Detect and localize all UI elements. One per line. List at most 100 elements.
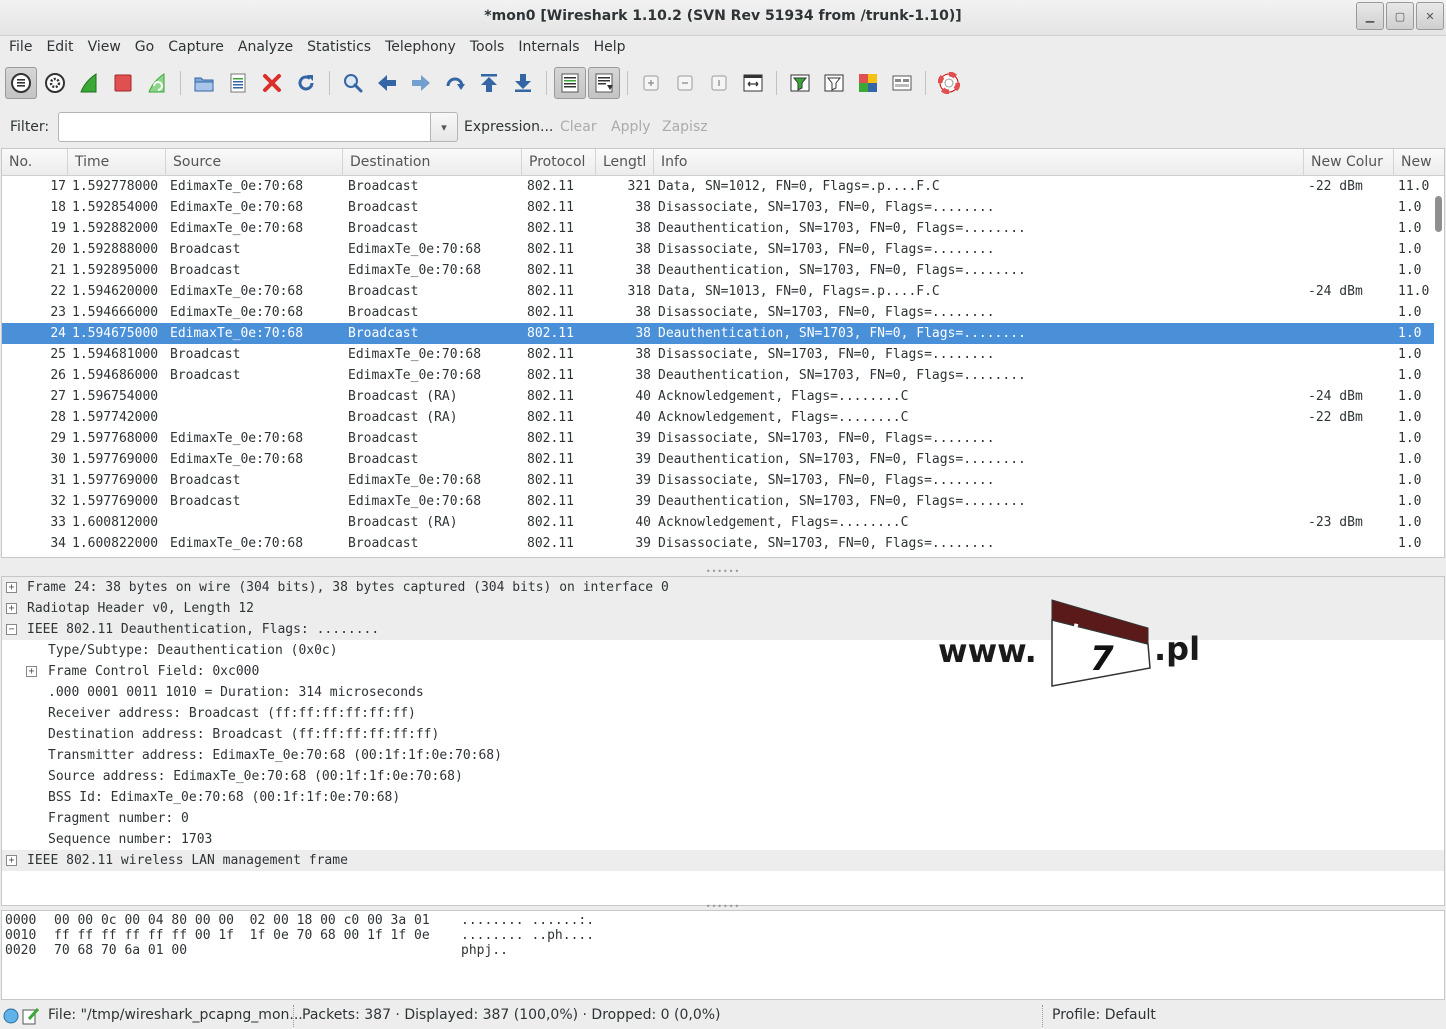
column-header-new[interactable]: New — [1394, 149, 1444, 176]
menu-go[interactable]: Go — [128, 36, 161, 60]
hex-ascii[interactable]: ........ ......:. — [461, 913, 594, 928]
start-capture-shark-icon[interactable] — [73, 67, 105, 99]
column-header-destination[interactable]: Destination — [343, 149, 522, 176]
table-row[interactable]: 33 1.600812000 Broadcast (RA) 802.11 40 Ackno… — [2, 512, 1434, 533]
table-row[interactable]: 26 1.594686000 Broadcast EdimaxTe_0e:70:68 8… — [2, 365, 1434, 386]
scrollbar-thumb[interactable] — [1435, 196, 1442, 232]
filter-input[interactable] — [58, 112, 431, 142]
menu-capture[interactable]: Capture — [161, 36, 231, 60]
apply-button[interactable]: Apply — [611, 119, 651, 135]
clear-button[interactable]: Clear — [560, 119, 597, 135]
tree-item[interactable]: Transmitter address: EdimaxTe_0e:70:68 (… — [2, 745, 1444, 766]
expression-button[interactable]: Expression... — [464, 119, 553, 135]
coloring-rules-icon[interactable] — [852, 67, 884, 99]
display-filters-icon[interactable] — [818, 67, 850, 99]
hex-bytes[interactable]: 00 00 0c 00 04 80 00 00 02 00 18 00 c0 0… — [54, 913, 430, 928]
column-header-no[interactable]: No. — [2, 149, 68, 176]
capture-options-icon[interactable] — [39, 67, 71, 99]
go-last-icon[interactable] — [507, 67, 539, 99]
column-header-new-colour[interactable]: New Colur — [1304, 149, 1394, 176]
column-header-time[interactable]: Time — [68, 149, 166, 176]
hex-ascii[interactable]: phpj.. — [461, 943, 508, 958]
menu-tools[interactable]: Tools — [463, 36, 512, 60]
column-header-source[interactable]: Source — [166, 149, 343, 176]
table-row[interactable]: 22 1.594620000 EdimaxTe_0e:70:68 Broadcast 8… — [2, 281, 1434, 302]
save-file-icon[interactable] — [222, 67, 254, 99]
restart-capture-icon[interactable] — [141, 67, 173, 99]
table-row[interactable]: 21 1.592895000 Broadcast EdimaxTe_0e:70:68 8… — [2, 260, 1434, 281]
menu-statistics[interactable]: Statistics — [300, 36, 378, 60]
collapse-icon[interactable]: − — [6, 624, 17, 635]
hex-bytes[interactable]: ff ff ff ff ff ff 00 1f 1f 0e 70 68 00 1… — [54, 928, 430, 943]
save-filter-button[interactable]: Zapisz — [662, 119, 708, 135]
tree-item[interactable]: Source address: EdimaxTe_0e:70:68 (00:1f… — [2, 766, 1444, 787]
tree-item[interactable]: + Frame Control Field: 0xc000 — [2, 661, 1444, 682]
table-row[interactable]: 25 1.594681000 Broadcast EdimaxTe_0e:70:68 8… — [2, 344, 1434, 365]
normal-size-icon[interactable] — [703, 67, 735, 99]
expert-info-icon[interactable] — [3, 1008, 19, 1024]
go-to-packet-icon[interactable] — [439, 67, 471, 99]
column-header-protocol[interactable]: Protocol — [522, 149, 596, 176]
table-row[interactable]: 27 1.596754000 Broadcast (RA) 802.11 40 Ackno… — [2, 386, 1434, 407]
tree-item[interactable]: Fragment number: 0 — [2, 808, 1444, 829]
tree-item[interactable]: − IEEE 802.11 Deauthentication, Flags: ..… — [2, 619, 1444, 640]
table-row[interactable]: 30 1.597769000 EdimaxTe_0e:70:68 Broadcast 8… — [2, 449, 1434, 470]
tree-item[interactable]: BSS Id: EdimaxTe_0e:70:68 (00:1f:1f:0e:7… — [2, 787, 1444, 808]
table-row-selected[interactable]: 24 1.594675000 EdimaxTe_0e:70:68 Broadcast 8… — [2, 323, 1434, 344]
status-profile[interactable]: Profile: Default — [1052, 1007, 1156, 1023]
expand-icon[interactable]: + — [26, 666, 37, 677]
go-first-icon[interactable] — [473, 67, 505, 99]
tree-item[interactable]: Sequence number: 1703 — [2, 829, 1444, 850]
table-row[interactable]: 18 1.592854000 EdimaxTe_0e:70:68 Broadcast 8… — [2, 197, 1434, 218]
menu-analyze[interactable]: Analyze — [231, 36, 300, 60]
table-row[interactable]: 29 1.597768000 EdimaxTe_0e:70:68 Broadcast 8… — [2, 428, 1434, 449]
hex-bytes[interactable]: 70 68 70 6a 01 00 — [54, 943, 187, 958]
zoom-in-icon[interactable] — [635, 67, 667, 99]
menu-help[interactable]: Help — [587, 36, 633, 60]
help-lifebuoy-icon[interactable] — [933, 67, 965, 99]
table-row[interactable]: 23 1.594666000 EdimaxTe_0e:70:68 Broadcast 8… — [2, 302, 1434, 323]
table-row[interactable]: 20 1.592888000 Broadcast EdimaxTe_0e:70:68 8… — [2, 239, 1434, 260]
tree-item[interactable]: + IEEE 802.11 wireless LAN management fra… — [2, 850, 1444, 871]
capture-filters-icon[interactable] — [784, 67, 816, 99]
edit-comment-icon[interactable] — [22, 1007, 40, 1025]
minimize-button[interactable]: ▁ — [1356, 2, 1384, 30]
tree-item[interactable]: + Frame 24: 38 bytes on wire (304 bits), … — [2, 577, 1444, 598]
zoom-out-icon[interactable] — [669, 67, 701, 99]
tree-item[interactable]: .000 0001 0011 1010 = Duration: 314 micr… — [2, 682, 1444, 703]
close-window-button[interactable]: ✕ — [1416, 2, 1444, 30]
table-row[interactable]: 31 1.597769000 Broadcast EdimaxTe_0e:70:68 8… — [2, 470, 1434, 491]
packet-bytes[interactable]: 0000 00 00 0c 00 04 80 00 00 02 00 18 00 … — [1, 910, 1445, 1000]
tree-item[interactable]: Destination address: Broadcast (ff:ff:ff… — [2, 724, 1444, 745]
vertical-scrollbar[interactable] — [1432, 176, 1442, 557]
preferences-icon[interactable] — [886, 67, 918, 99]
tree-item[interactable]: Receiver address: Broadcast (ff:ff:ff:ff… — [2, 703, 1444, 724]
filter-dropdown-button[interactable]: ▾ — [430, 112, 458, 142]
expand-icon[interactable]: + — [6, 582, 17, 593]
table-row[interactable]: 32 1.597769000 Broadcast EdimaxTe_0e:70:68 8… — [2, 491, 1434, 512]
menu-file[interactable]: File — [2, 36, 39, 60]
reload-icon[interactable] — [290, 67, 322, 99]
find-packet-icon[interactable] — [337, 67, 369, 99]
table-row[interactable]: 19 1.592882000 EdimaxTe_0e:70:68 Broadcast 8… — [2, 218, 1434, 239]
table-row[interactable]: 28 1.597742000 Broadcast (RA) 802.11 40 Ackno… — [2, 407, 1434, 428]
menu-view[interactable]: View — [81, 36, 128, 60]
menu-internals[interactable]: Internals — [511, 36, 586, 60]
column-header-info[interactable]: Info — [654, 149, 1304, 176]
menu-telephony[interactable]: Telephony — [378, 36, 463, 60]
menu-edit[interactable]: Edit — [39, 36, 80, 60]
hex-ascii[interactable]: ........ ..ph.... — [461, 928, 594, 943]
expand-icon[interactable]: + — [6, 603, 17, 614]
table-row[interactable]: 17 1.592778000 EdimaxTe_0e:70:68 Broadcast 8… — [2, 176, 1434, 197]
interfaces-list-icon[interactable] — [5, 67, 37, 99]
resize-columns-icon[interactable] — [737, 67, 769, 99]
tree-item[interactable]: Type/Subtype: Deauthentication (0x0c) — [2, 640, 1444, 661]
tree-item[interactable]: + Radiotap Header v0, Length 12 — [2, 598, 1444, 619]
stop-capture-icon[interactable] — [107, 67, 139, 99]
column-header-length[interactable]: Lengtl — [596, 149, 654, 176]
open-file-icon[interactable] — [188, 67, 220, 99]
packet-details[interactable]: + Frame 24: 38 bytes on wire (304 bits), … — [1, 576, 1445, 906]
go-forward-icon[interactable] — [405, 67, 437, 99]
packet-list[interactable]: No. Time Source Destination Protocol Len… — [1, 148, 1445, 558]
expand-icon[interactable]: + — [6, 855, 17, 866]
